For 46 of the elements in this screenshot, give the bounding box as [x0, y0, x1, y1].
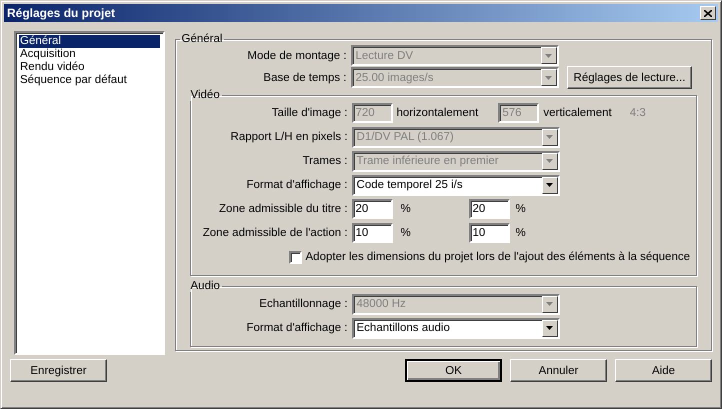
field-label: Zone admissible du titre : — [218, 203, 348, 215]
caret-icon — [546, 302, 554, 306]
category-item[interactable]: Acquisition — [19, 48, 160, 61]
checkbox[interactable] — [288, 250, 302, 264]
input-field[interactable]: 10 — [468, 223, 510, 243]
dialog-button[interactable]: Annuler — [510, 359, 607, 382]
caret-icon — [545, 76, 552, 80]
caret-icon — [546, 326, 554, 330]
caret-icon — [545, 54, 552, 58]
field-label: Rapport L/H en pixels : — [230, 131, 348, 143]
unit-label: % — [516, 203, 526, 215]
caret-icon — [546, 135, 554, 139]
close-button[interactable] — [700, 6, 716, 20]
group-title: Vidéo — [190, 89, 221, 101]
field-label: Zone admissible de l'action : — [202, 227, 348, 239]
category-item[interactable]: Séquence par défaut — [19, 74, 160, 87]
field-label: Base de temps : — [262, 72, 347, 84]
group-title: Audio — [190, 280, 221, 292]
dialog-button[interactable]: OK — [405, 359, 502, 382]
unit-label: % — [516, 227, 526, 239]
unit-label: % — [400, 203, 412, 215]
field-label: Taille d'image : — [270, 107, 348, 119]
caret-icon — [546, 159, 554, 163]
unit-label: verticalement — [543, 107, 612, 119]
dropdown[interactable]: Echantillons audio — [352, 318, 560, 338]
unit-label: horizontalement — [396, 107, 478, 119]
dialog-button[interactable]: Aide — [615, 359, 712, 382]
dropdown[interactable]: Code temporel 25 i/s — [352, 174, 560, 196]
field-label: Trames : — [302, 155, 348, 167]
field-label: Echantillonnage : — [258, 298, 348, 310]
input-field[interactable]: 20 — [468, 199, 510, 219]
caret-icon — [546, 183, 554, 187]
aspect-ratio-text: 4:3 — [630, 107, 646, 119]
field-label: Mode de montage : — [246, 50, 347, 62]
field-label: Format d'affichage : — [245, 322, 348, 334]
window-title: Réglages du projet — [7, 6, 116, 20]
group-title: Général — [180, 33, 224, 45]
close-icon — [704, 10, 712, 16]
input-field[interactable]: 20 — [352, 199, 393, 219]
field-label: Format d'affichage : — [245, 179, 348, 191]
category-item[interactable]: Rendu vidéo — [19, 61, 160, 74]
checkbox-label: Adopter les dimensions du projet lors de l'ajout des éléments à la séquence — [306, 251, 690, 263]
category-item[interactable]: Général — [19, 35, 160, 48]
save-button[interactable]: Enregistrer — [10, 359, 107, 382]
unit-label: % — [400, 227, 412, 239]
input-field[interactable]: 10 — [352, 223, 393, 243]
